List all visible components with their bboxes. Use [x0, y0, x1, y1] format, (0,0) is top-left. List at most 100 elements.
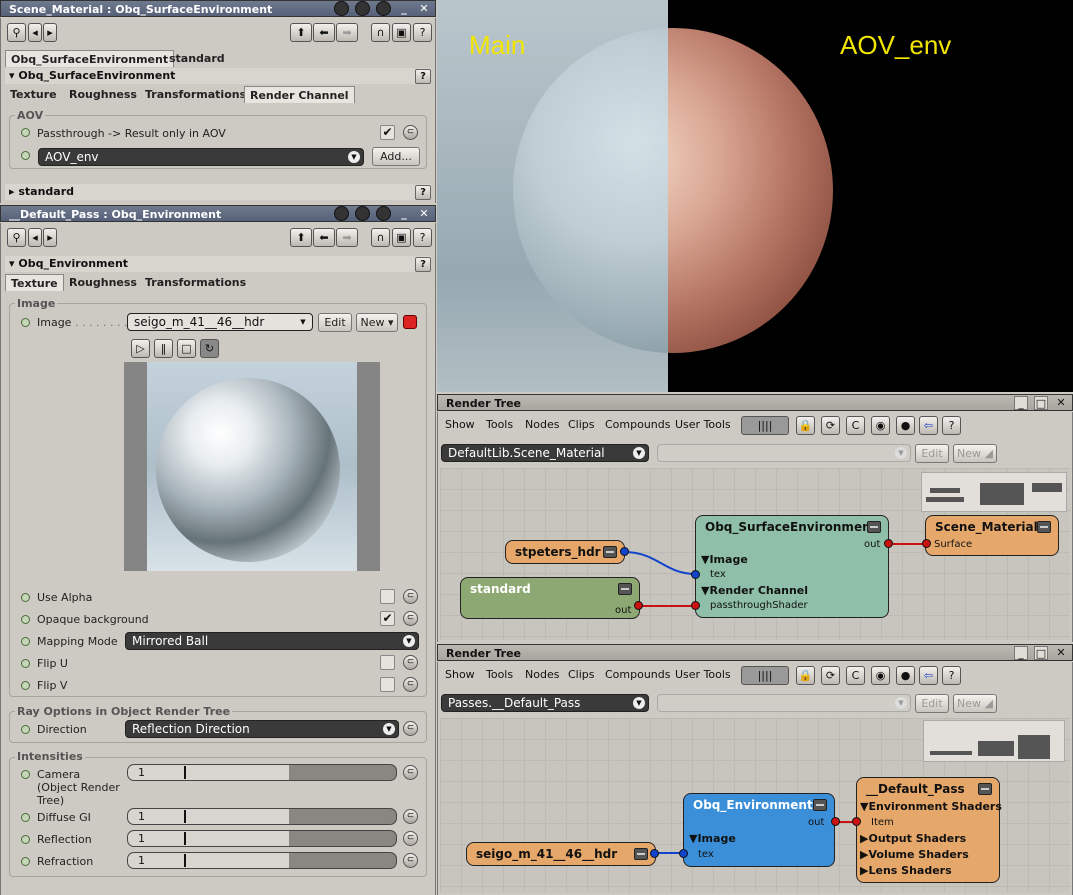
- animation-dot-icon[interactable]: [21, 128, 30, 137]
- connect-plug-icon[interactable]: ⊂: [403, 831, 418, 846]
- minimize-button[interactable]: _: [1014, 396, 1028, 410]
- section-help-icon[interactable]: ?: [415, 69, 431, 84]
- connect-plug-icon[interactable]: ⊂: [403, 809, 418, 824]
- subtab-texture[interactable]: Texture: [5, 274, 64, 291]
- node-minimize-icon[interactable]: [603, 546, 617, 558]
- image-select[interactable]: seigo_m_41__46__hdr ▼: [127, 313, 313, 331]
- connect-plug-icon[interactable]: ⊂: [403, 765, 418, 780]
- animation-dot-icon[interactable]: [21, 151, 30, 160]
- next-arrow-icon[interactable]: ▸: [43, 228, 57, 247]
- animation-dot-icon[interactable]: [21, 681, 30, 690]
- render-viewport[interactable]: Main AOV_env: [437, 0, 1073, 392]
- recycle-icon[interactable]: [355, 206, 370, 221]
- port-in-passthrough[interactable]: [691, 601, 700, 610]
- section-header[interactable]: ▾ Obq_SurfaceEnvironment: [5, 68, 431, 84]
- section-header[interactable]: ▾ Obq_Environment: [5, 256, 431, 272]
- ppg2-titlebar[interactable]: __Default_Pass : Obq_Environment _ ✕: [0, 205, 436, 222]
- maximize-button[interactable]: □: [1034, 396, 1048, 410]
- pause-icon[interactable]: ‖: [154, 339, 173, 358]
- connect-plug-icon[interactable]: ⊂: [403, 853, 418, 868]
- close-button[interactable]: ✕: [1054, 646, 1068, 660]
- stop-icon[interactable]: □: [177, 339, 196, 358]
- port-out[interactable]: [650, 849, 659, 858]
- tab-standard[interactable]: standard: [164, 50, 230, 67]
- prev-arrow-icon[interactable]: ◂: [28, 228, 42, 247]
- connect-plug-icon[interactable]: ⊂: [403, 125, 418, 140]
- port-out[interactable]: [634, 601, 643, 610]
- help-icon[interactable]: ?: [413, 228, 432, 247]
- animation-dot-icon[interactable]: [21, 770, 30, 779]
- next-arrow-icon[interactable]: ▸: [43, 23, 57, 42]
- port-out[interactable]: [831, 817, 840, 826]
- port-out[interactable]: [884, 539, 893, 548]
- up-arrow-icon[interactable]: ⬆: [290, 23, 312, 42]
- animation-dot-icon[interactable]: [21, 857, 30, 866]
- port-in-tex[interactable]: [691, 570, 700, 579]
- connect-plug-icon[interactable]: ⊂: [403, 589, 418, 604]
- subtab-render-channel[interactable]: Render Channel: [244, 86, 355, 103]
- left-arrow-icon[interactable]: ⬅: [313, 23, 335, 42]
- prev-arrow-icon[interactable]: ◂: [28, 23, 42, 42]
- subtab-transformations[interactable]: Transformations: [140, 86, 251, 103]
- flip-v-checkbox[interactable]: [380, 677, 395, 692]
- node-default-pass[interactable]: __Default_Pass ▼Environment Shaders Item…: [856, 777, 1002, 883]
- maximize-button[interactable]: □: [1034, 646, 1048, 660]
- node-scene-material[interactable]: Scene_Material Surface: [925, 515, 1059, 556]
- right-arrow-icon[interactable]: ➡: [336, 228, 358, 247]
- rt1-titlebar[interactable]: Render Tree _ □ ✕: [437, 394, 1073, 411]
- animation-dot-icon[interactable]: [21, 813, 30, 822]
- minimize-button[interactable]: _: [397, 2, 411, 16]
- animation-dot-icon[interactable]: [21, 725, 30, 734]
- close-button[interactable]: ✕: [417, 207, 431, 221]
- recycle-icon[interactable]: [355, 1, 370, 16]
- section-help-icon[interactable]: ?: [415, 257, 431, 272]
- image-clip-icon[interactable]: [403, 315, 417, 329]
- ppg1-titlebar[interactable]: Scene_Material : Obq_SurfaceEnvironment …: [0, 0, 436, 17]
- aov-select[interactable]: AOV_env ▼: [38, 148, 364, 166]
- new-image-button[interactable]: New ▾: [356, 313, 398, 332]
- opaque-bg-checkbox[interactable]: ✔: [380, 611, 395, 626]
- keying-icon[interactable]: [334, 206, 349, 221]
- use-alpha-checkbox[interactable]: [380, 589, 395, 604]
- keying-icon[interactable]: [334, 1, 349, 16]
- close-button[interactable]: ✕: [417, 2, 431, 16]
- help-icon[interactable]: ?: [413, 23, 432, 42]
- subtab-texture[interactable]: Texture: [5, 86, 62, 103]
- magnify-icon[interactable]: ⚲: [7, 228, 26, 247]
- node-minimize-icon[interactable]: [978, 783, 992, 795]
- mapping-mode-select[interactable]: Mirrored Ball ▼: [125, 632, 419, 650]
- connect-plug-icon[interactable]: ⊂: [403, 721, 418, 736]
- port-out[interactable]: [620, 547, 629, 556]
- refresh-icon[interactable]: ↻: [200, 339, 219, 358]
- tab-obq-surface[interactable]: Obq_SurfaceEnvironment: [5, 50, 175, 67]
- node-minimize-icon[interactable]: [813, 799, 827, 811]
- animation-dot-icon[interactable]: [21, 835, 30, 844]
- animation-dot-icon[interactable]: [21, 593, 30, 602]
- node-standard[interactable]: standard out: [460, 577, 640, 619]
- node-minimize-icon[interactable]: [867, 521, 881, 533]
- node-minimize-icon[interactable]: [1037, 521, 1051, 533]
- port-in-item[interactable]: [852, 817, 861, 826]
- left-arrow-icon[interactable]: ⬅: [313, 228, 335, 247]
- node-obq-surface-environment[interactable]: Obq_SurfaceEnvironment out ▼Image tex ▼R…: [695, 515, 889, 618]
- help-round-icon[interactable]: [376, 206, 391, 221]
- subtab-roughness[interactable]: Roughness: [64, 274, 142, 291]
- node-minimize-icon[interactable]: [634, 848, 648, 860]
- diffuse-gi-slider[interactable]: 1: [127, 808, 397, 825]
- node-stpeters-hdr[interactable]: stpeters_hdr: [505, 540, 625, 564]
- animation-dot-icon[interactable]: [21, 659, 30, 668]
- add-aov-button[interactable]: Add...: [372, 147, 420, 166]
- close-button[interactable]: ✕: [1054, 396, 1068, 410]
- right-arrow-icon[interactable]: ➡: [336, 23, 358, 42]
- animation-dot-icon[interactable]: [21, 637, 30, 646]
- subtab-transformations[interactable]: Transformations: [140, 274, 251, 291]
- direction-select[interactable]: Reflection Direction ▼: [125, 720, 399, 738]
- lock-icon[interactable]: ∩: [371, 228, 390, 247]
- lock-icon[interactable]: ∩: [371, 23, 390, 42]
- connect-plug-icon[interactable]: ⊂: [403, 611, 418, 626]
- up-arrow-icon[interactable]: ⬆: [290, 228, 312, 247]
- minimize-button[interactable]: _: [397, 207, 411, 221]
- minimize-button[interactable]: _: [1014, 646, 1028, 660]
- port-in-surface[interactable]: [922, 539, 931, 548]
- node-obq-environment[interactable]: Obq_Environment out ▼Image tex: [683, 793, 835, 867]
